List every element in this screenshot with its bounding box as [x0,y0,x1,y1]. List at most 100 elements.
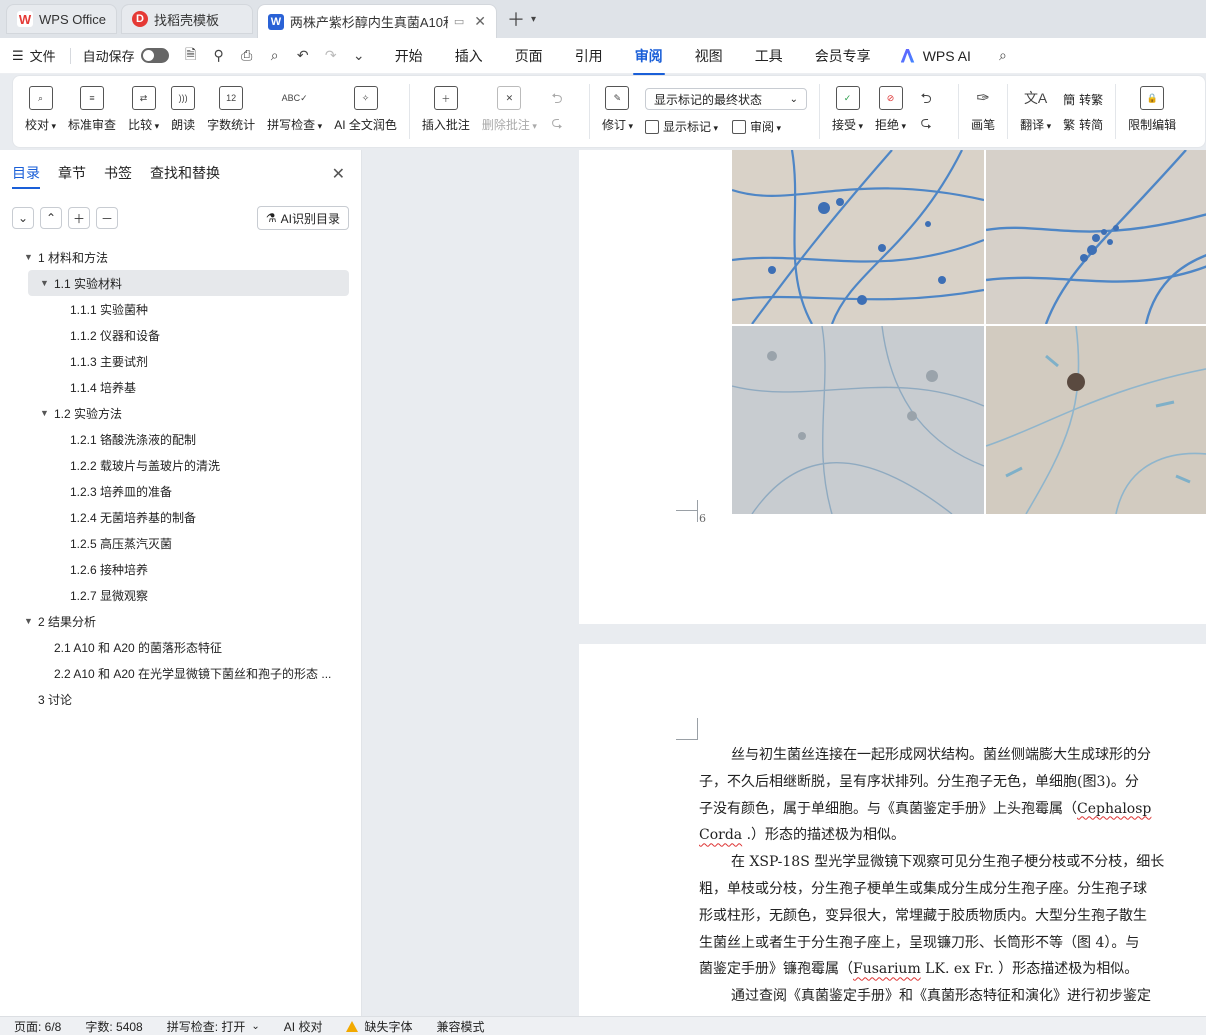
pen-button[interactable]: ✑ 画笔 [965,76,1001,147]
track-changes-button[interactable]: ✎ 修订 [596,76,639,147]
plus-icon[interactable]: ＋ [68,207,90,229]
toc-item[interactable]: ▼ 1.2 实验方法 [0,400,361,426]
document-page: 丝与初生菌丝连接在一起形成网状结构。菌丝侧端膨大生成球形的分 子，不久后相继断脱，… [579,644,1206,1016]
title-tab-bar: W WPS Office D 找稻壳模板 W 两株产紫杉醇内生真菌A10和A ▭… [0,0,1206,38]
caret-down-icon[interactable]: ▼ [24,616,33,626]
close-icon[interactable]: ✕ [332,164,345,184]
previous-change-icon[interactable]: ⮌ [918,90,934,108]
chevron-down-icon[interactable]: ⌄ [12,207,34,229]
save-icon[interactable]: 🗎 [183,46,199,64]
divider [408,84,410,139]
compare-button[interactable]: ⇄ 比较 [122,76,165,147]
page-indicator[interactable]: 页面: 6/8 [14,1018,61,1035]
word-count-indicator[interactable]: 字数: 5408 [85,1018,142,1035]
ai-polish-label: AI 全文润色 [334,118,397,132]
caret-down-icon[interactable]: ▼ [24,252,33,262]
spelling-flagged-word[interactable]: Corda [699,827,742,843]
proof-button[interactable]: ⌕ 校对 [19,76,62,147]
new-tab-button[interactable]: ＋ ▾ [507,4,536,34]
tab-sections[interactable]: 章节 [58,163,86,183]
redo-icon[interactable]: ↷ [323,47,339,64]
close-tab-icon[interactable]: ✕ [474,13,486,30]
minus-icon[interactable]: － [96,207,118,229]
toc-item[interactable]: 1.2.2 载玻片与盖玻片的清洗 [0,452,361,478]
undo-icon[interactable]: ↶ [295,47,311,64]
standard-review-button[interactable]: ≡ 标准审查 [62,76,122,147]
toc-item[interactable]: 1.1.3 主要试剂 [0,348,361,374]
tab-page[interactable]: 页面 [513,46,545,66]
more-chevron-icon[interactable]: ⌄ [351,47,367,64]
read-aloud-button[interactable]: ))) 朗读 [165,76,201,147]
text-line: 子，不久后相继断脱，呈有序状排列。分生孢子无色，单细胞(图3)。分 [699,769,1206,796]
tab-review[interactable]: 审阅 [632,46,665,75]
toc-item[interactable]: 1.2.3 培养皿的准备 [0,478,361,504]
ai-proof-indicator[interactable]: AI 校对 [284,1018,323,1035]
previous-comment-icon[interactable]: ⮌ [549,90,565,108]
tab-docer-templates[interactable]: D 找稻壳模板 [120,4,253,34]
toc-item[interactable]: ▼ 1.1 实验材料 [28,270,349,296]
tab-bookmarks[interactable]: 书签 [104,163,132,183]
word-count-button[interactable]: 12 字数统计 [201,76,261,147]
insert-comment-button[interactable]: ＋ 插入批注 [416,76,476,147]
spell-check-button[interactable]: ABC✓ 拼写检查 [261,76,328,147]
display-state-select[interactable]: 显示标记的最终状态 ⌄ [644,88,807,110]
reject-button[interactable]: ⊘ 拒绝 [869,76,912,147]
toc-item[interactable]: ▼ 1 材料和方法 [0,244,361,270]
delete-comment-button[interactable]: ✕ 删除批注 [476,76,543,147]
body-text[interactable]: 丝与初生菌丝连接在一起形成网状结构。菌丝侧端膨大生成球形的分 子，不久后相继断脱，… [699,742,1206,1010]
caret-down-icon[interactable]: ▼ [40,278,49,288]
print-icon[interactable]: ⎙ [239,47,255,64]
file-menu[interactable]: ☰ 文件 [12,46,56,65]
next-change-icon[interactable]: ⮎ [918,114,934,132]
restrict-edit-button[interactable]: 🔒 限制编辑 [1122,76,1182,147]
missing-font-indicator[interactable]: 缺失字体 [346,1018,413,1035]
toc-item[interactable]: 1.2.6 接种培养 [0,556,361,582]
tab-start[interactable]: 开始 [393,46,425,66]
toggle-switch[interactable] [140,48,169,63]
pen-icon: ✑ [976,90,990,107]
tab-view[interactable]: 视图 [693,46,725,66]
tab-toc[interactable]: 目录 [12,163,40,189]
spelling-flagged-word[interactable]: Cephalosp [1077,801,1151,817]
toc-item[interactable]: 1.1.4 培养基 [0,374,361,400]
delete-comment-icon: ✕ [497,86,522,110]
spelling-flagged-word[interactable]: Fusarium [853,961,921,977]
tab-label: 找稻壳模板 [153,12,219,28]
ai-polish-button[interactable]: ✧ AI 全文润色 [328,76,403,147]
to-traditional-button[interactable]: 簡转繁 [1063,91,1103,108]
spell-check-indicator[interactable]: 拼写检查: 打开 ⌄ [167,1018,260,1035]
toc-item[interactable]: 1.1.1 实验菌种 [0,296,361,322]
to-simplified-button[interactable]: 繁转简 [1063,116,1103,133]
toc-item[interactable]: 1.2.4 无菌培养基的制备 [0,504,361,530]
tab-wps-office[interactable]: W WPS Office [6,4,117,34]
tab-insert[interactable]: 插入 [453,46,485,66]
toc-item[interactable]: 1.2.7 显微观察 [0,582,361,608]
search-icon[interactable]: ⌕ [995,47,1011,64]
print-preview-icon[interactable]: ⌕ [267,47,283,64]
toc-item[interactable]: 3 讨论 [0,686,361,712]
caret-down-icon[interactable]: ▼ [40,408,49,418]
review-pane-button[interactable]: 审阅 [732,118,781,135]
tab-find-replace[interactable]: 查找和替换 [150,163,220,183]
restrict-edit-label: 限制编辑 [1128,118,1177,132]
show-markup-button[interactable]: 显示标记 [644,118,718,135]
tab-references[interactable]: 引用 [573,46,605,66]
toc-item[interactable]: 1.2.5 高压蒸汽灭菌 [0,530,361,556]
tab-document[interactable]: W 两株产紫杉醇内生真菌A10和A ▭ ✕ [256,4,497,38]
chevron-up-icon[interactable]: ⌃ [40,207,62,229]
accept-button[interactable]: ✓ 接受 [826,76,869,147]
toc-item[interactable]: ▼ 2 结果分析 [0,608,361,634]
tab-tools[interactable]: 工具 [753,46,785,66]
next-comment-icon[interactable]: ⮎ [549,114,565,132]
toc-item[interactable]: 1.2.1 铬酸洗涤液的配制 [0,426,361,452]
share-icon[interactable]: ⚲ [211,47,227,64]
autosave-toggle[interactable]: 自动保存 [83,46,169,65]
translate-button[interactable]: 文A 翻译 [1014,76,1057,147]
toc-item[interactable]: 2.1 A10 和 A20 的菌落形态特征 [0,634,361,660]
tab-member[interactable]: 会员专享 [813,46,873,66]
chevron-down-icon[interactable]: ▾ [531,14,536,25]
wps-ai-button[interactable]: WPS AI [900,48,971,64]
toc-item[interactable]: 1.1.2 仪器和设备 [0,322,361,348]
toc-item[interactable]: 2.2 A10 和 A20 在光学显微镜下菌丝和孢子的形态 ... [0,660,361,686]
ai-toc-button[interactable]: ⚗ AI识别目录 [256,206,349,230]
